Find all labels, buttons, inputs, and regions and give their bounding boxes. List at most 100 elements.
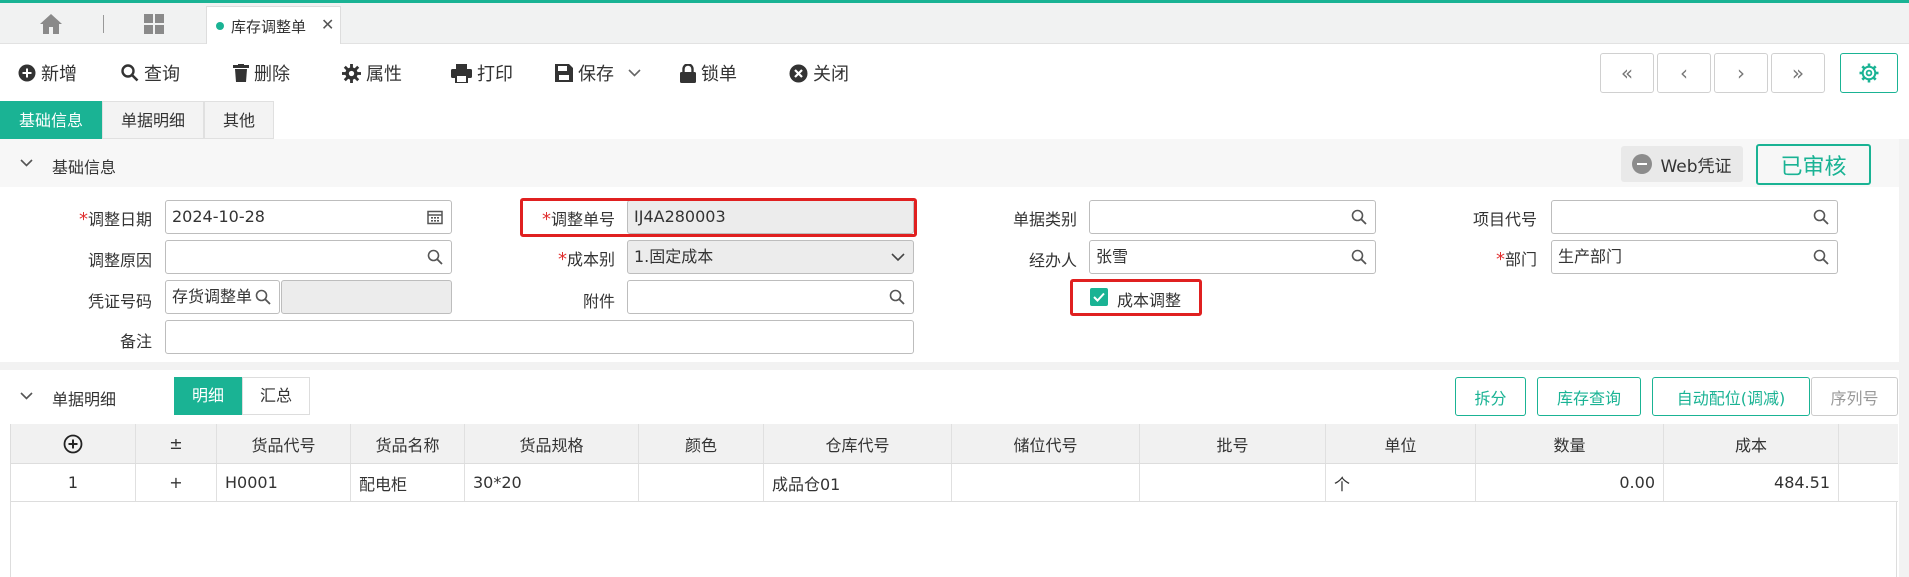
form-subtabs: 基础信息 单据明细 其他 [0, 101, 275, 139]
query-button[interactable]: 查询 [121, 60, 180, 86]
split-button[interactable]: 拆分 [1455, 377, 1526, 416]
subtab-bill-detail[interactable]: 单据明细 [102, 101, 205, 139]
cell-item-spec[interactable]: 30*20 [465, 464, 639, 501]
search-icon[interactable] [1813, 209, 1829, 225]
query-label: 查询 [144, 64, 180, 85]
voucher-no-label: 凭证号码 [87, 292, 152, 311]
cell-quantity[interactable]: 0.00 [1476, 464, 1664, 501]
cell-cost[interactable]: 484.51 [1664, 464, 1839, 501]
adjust-no-highlight [520, 198, 917, 237]
required-mark: * [78, 209, 88, 230]
auto-allocate-button[interactable]: 自动配位(调减) [1652, 377, 1810, 416]
chevron-down-icon[interactable] [628, 69, 641, 77]
search-icon[interactable] [1813, 249, 1829, 265]
search-icon[interactable] [889, 289, 905, 305]
cell-item-name[interactable]: 配电柜 [351, 464, 465, 501]
col-warehouse: 仓库代号 [764, 424, 952, 463]
vertical-scrollbar[interactable] [1899, 139, 1909, 577]
col-item-code: 货品代号 [217, 424, 351, 463]
cell-location[interactable] [952, 464, 1140, 501]
toolbar: 新增 查询 删除 属性 打印 保存 锁单 关闭 « ‹ › » [0, 45, 1909, 101]
close-icon[interactable]: ✕ [321, 15, 334, 34]
department-field[interactable]: 生产部门 [1551, 240, 1838, 274]
search-icon [121, 64, 139, 82]
col-cost: 成本 [1664, 424, 1839, 463]
detail-view-toggle: 明细 汇总 [174, 377, 311, 415]
grid-header: ± 货品代号 货品名称 货品规格 颜色 仓库代号 储位代号 批号 单位 数量 成… [11, 424, 1898, 464]
tab-separator [103, 15, 104, 33]
search-icon[interactable] [1351, 209, 1367, 225]
properties-button[interactable]: 属性 [342, 60, 402, 86]
next-record-button[interactable]: › [1714, 53, 1768, 93]
col-item-name: 货品名称 [351, 424, 465, 463]
search-icon[interactable] [427, 249, 443, 265]
cost-type-label: *成本别 [557, 249, 615, 270]
adjust-reason-field[interactable] [165, 240, 452, 274]
attachment-label: 附件 [582, 292, 615, 311]
tab-title: 库存调整单 [231, 18, 307, 36]
project-code-label: 项目代号 [1472, 210, 1537, 229]
settings-button[interactable] [1840, 53, 1898, 93]
adjust-date-field[interactable]: 2024-10-28 [165, 200, 452, 234]
col-plusminus: ± [136, 424, 217, 463]
tab-inventory-adjustment[interactable]: 库存调整单 ✕ [206, 6, 341, 44]
close-button[interactable]: 关闭 [789, 60, 849, 86]
voucher-no-field[interactable]: 存货调整单 [165, 280, 280, 314]
stock-query-button[interactable]: 库存查询 [1537, 377, 1641, 416]
cost-adjust-highlight [1070, 279, 1202, 316]
close-circle-icon [789, 64, 808, 82]
subtab-other[interactable]: 其他 [204, 101, 275, 139]
remark-field[interactable] [165, 320, 914, 354]
remark-label: 备注 [119, 332, 152, 351]
plus-circle-icon[interactable] [63, 434, 83, 454]
delete-button[interactable]: 删除 [233, 60, 290, 86]
add-row-cell[interactable] [11, 424, 136, 463]
calendar-icon[interactable] [427, 209, 443, 225]
print-button[interactable]: 打印 [451, 60, 513, 86]
chevron-down-icon[interactable] [891, 253, 905, 262]
properties-label: 属性 [366, 64, 402, 85]
cell-color[interactable] [639, 464, 764, 501]
collapse-chevron-icon[interactable] [20, 392, 33, 400]
bill-type-field[interactable] [1089, 200, 1376, 234]
segment-detail[interactable]: 明细 [174, 377, 243, 415]
search-icon[interactable] [1351, 249, 1367, 265]
cost-type-select[interactable]: 1.固定成本 [627, 240, 914, 274]
collapse-chevron-icon[interactable] [20, 159, 33, 167]
settings-gear-icon [1859, 63, 1879, 83]
save-button[interactable]: 保存 [555, 60, 641, 86]
segment-summary[interactable]: 汇总 [242, 377, 311, 415]
bill-type-label: 单据类别 [1012, 210, 1077, 229]
col-batch: 批号 [1140, 424, 1326, 463]
col-quantity: 数量 [1476, 424, 1664, 463]
voucher-extra-field[interactable] [281, 280, 452, 314]
gear-icon [342, 63, 361, 83]
attachment-field[interactable] [627, 280, 914, 314]
save-label: 保存 [578, 64, 614, 85]
lock-button[interactable]: 锁单 [680, 60, 737, 86]
handler-field[interactable]: 张雪 [1089, 240, 1376, 274]
trash-icon [233, 64, 249, 82]
col-item-spec: 货品规格 [465, 424, 639, 463]
cell-warehouse[interactable]: 成品仓01 [764, 464, 952, 501]
grid-icon[interactable] [143, 13, 165, 35]
first-record-button[interactable]: « [1600, 53, 1654, 93]
col-location: 储位代号 [952, 424, 1140, 463]
web-voucher-button[interactable]: Web凭证 [1621, 146, 1743, 182]
subtab-basic-info[interactable]: 基础信息 [0, 101, 103, 139]
last-record-button[interactable]: » [1771, 53, 1825, 93]
new-button[interactable]: 新增 [18, 60, 77, 86]
search-icon[interactable] [255, 289, 271, 305]
prev-record-button[interactable]: ‹ [1657, 53, 1711, 93]
row-number: 1 [11, 464, 136, 501]
table-row[interactable]: 1 + H0001 配电柜 30*20 成品仓01 个 0.00 484.51 [11, 464, 1898, 502]
home-icon[interactable] [38, 12, 64, 36]
cell-unit[interactable]: 个 [1326, 464, 1476, 501]
row-expand[interactable]: + [136, 464, 217, 501]
serial-number-button[interactable]: 序列号 [1811, 377, 1898, 416]
cell-item-code[interactable]: H0001 [217, 464, 351, 501]
printer-icon [451, 63, 472, 83]
project-code-field[interactable] [1551, 200, 1838, 234]
cell-batch[interactable] [1140, 464, 1326, 501]
adjust-date-label: *调整日期 [78, 209, 152, 230]
